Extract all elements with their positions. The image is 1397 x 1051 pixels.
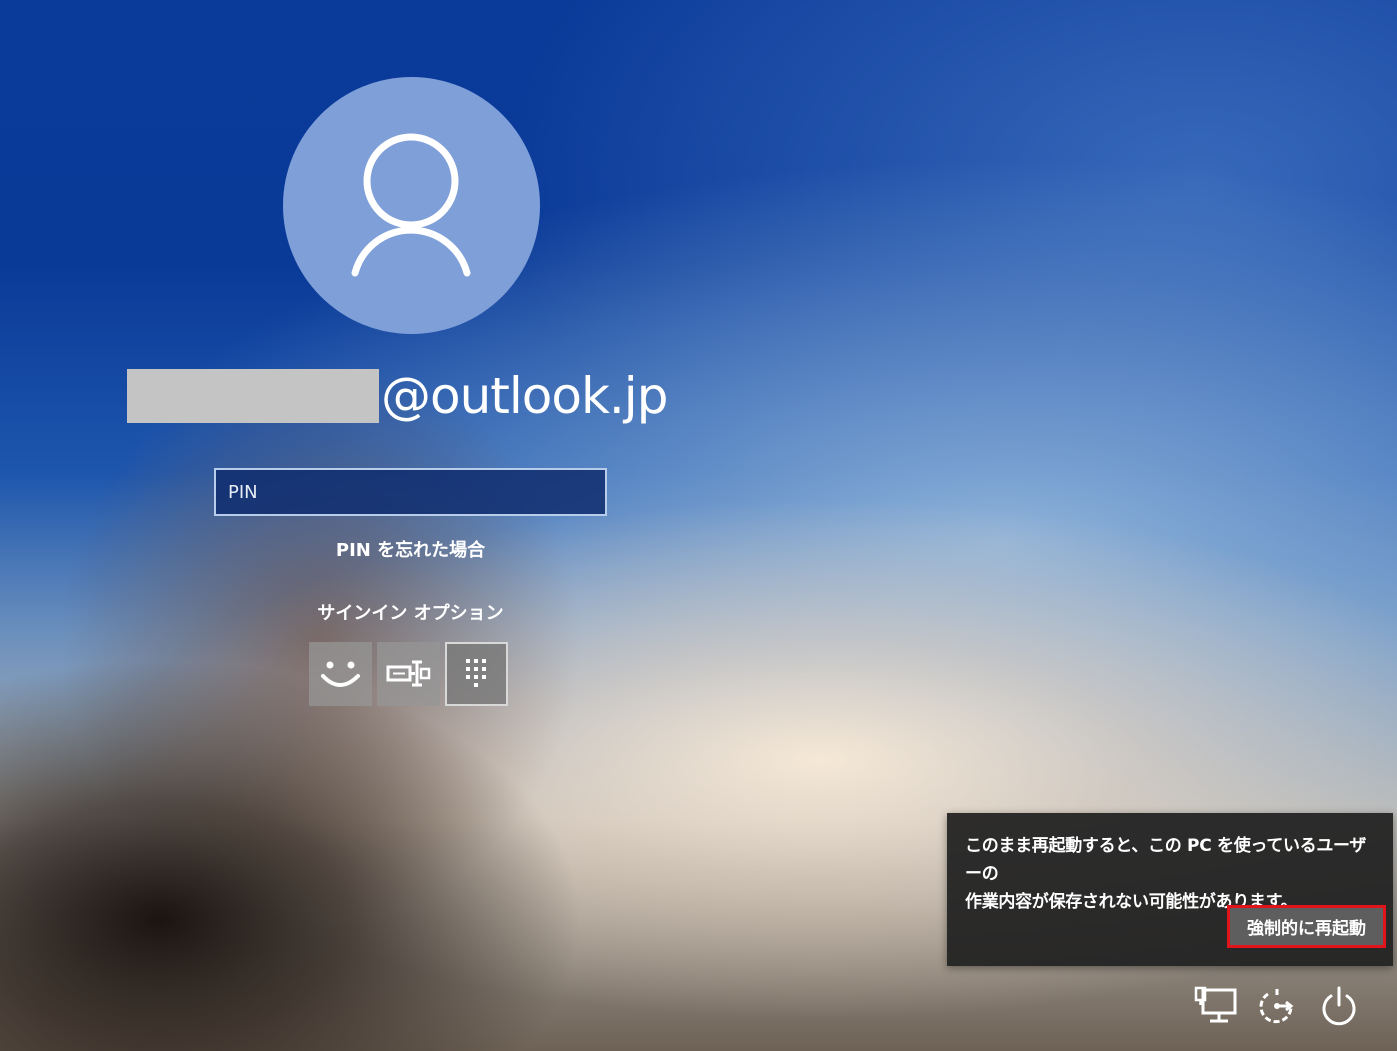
forgot-pin-link[interactable]: PIN を忘れた場合 [214,536,607,562]
signin-option-security-key[interactable] [377,642,440,706]
accessibility-icon [1259,989,1294,1024]
restart-warning-dialog: このまま再起動すると、この PC を使っているユーザーの 作業内容が保存されない… [947,813,1393,966]
accessibility-button[interactable] [1254,985,1300,1027]
security-key-icon [386,660,431,687]
user-avatar [283,77,540,334]
signin-option-face[interactable] [309,642,372,706]
lock-screen: @outlook.jp PIN を忘れた場合 サインイン オプション このまま再… [0,0,1397,1051]
network-icon [1194,986,1237,1023]
account-name: @outlook.jp [127,367,668,425]
user-icon [351,133,471,277]
power-button[interactable] [1316,985,1362,1027]
pin-input[interactable] [214,468,607,516]
pin-keypad-icon [466,659,486,687]
network-button[interactable] [1193,985,1239,1027]
restart-warning-message: このまま再起動すると、この PC を使っているユーザーの 作業内容が保存されない… [965,832,1375,916]
power-icon [1322,986,1356,1026]
account-email-domain: @outlook.jp [381,367,668,425]
signin-options-label: サインイン オプション [317,603,504,624]
redacted-username [127,369,379,423]
signin-option-pin[interactable] [445,642,508,706]
face-recognition-icon [321,661,360,687]
restart-warning-line-1: このまま再起動すると、この PC を使っているユーザーの [965,836,1367,884]
force-restart-button[interactable]: 強制的に再起動 [1227,905,1386,948]
